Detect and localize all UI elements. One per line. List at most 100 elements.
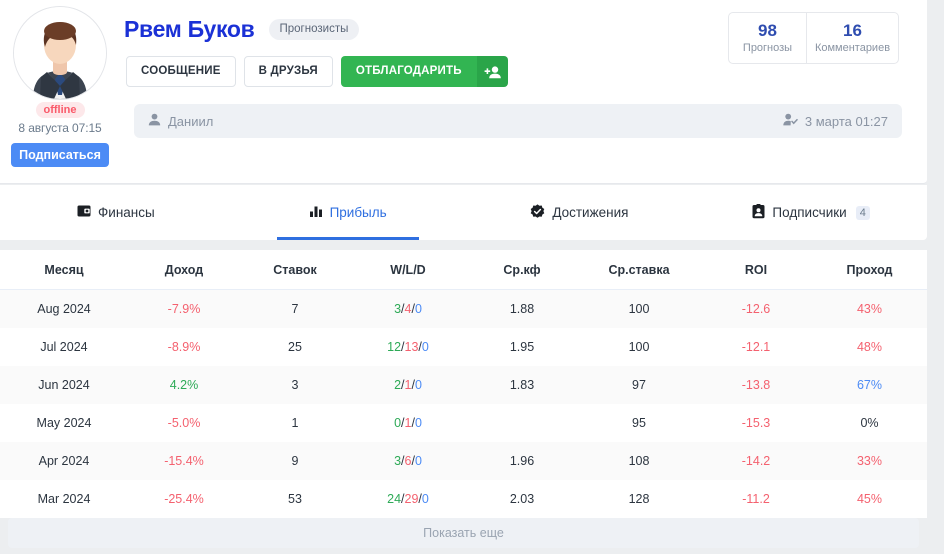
cell-month: Aug 2024 — [37, 302, 91, 316]
tab-profit[interactable]: Прибыль — [232, 185, 464, 240]
cell-avg-odds: 1.96 — [509, 454, 535, 468]
cell-income: 4.2% — [169, 378, 199, 392]
table-row[interactable]: Apr 2024 -15.4% 9 3/6/0 1.96 108 -14.2 33% — [0, 442, 927, 480]
cell-bets: 7 — [291, 302, 299, 316]
message-button[interactable]: СООБЩЕНИЕ — [126, 56, 236, 87]
tab-profit-label: Прибыль — [329, 205, 387, 220]
profit-table: Месяц Доход Ставок W/L/D Ср.кф Ср.ставка… — [0, 250, 927, 519]
table-row[interactable]: Jul 2024 -8.9% 25 12/13/0 1.95 100 -12.1 48% — [0, 328, 927, 366]
avatar-column: offline 8 августа 07:15 Подписаться — [8, 6, 112, 167]
col-avg-stake: Ср.ставка — [578, 250, 700, 290]
table-head: Месяц Доход Ставок W/L/D Ср.кф Ср.ставка… — [0, 250, 927, 290]
cell-avg-stake: 100 — [628, 302, 650, 316]
stat-predictions[interactable]: 98 Прогнозы — [729, 13, 806, 63]
action-buttons: СООБЩЕНИЕ В ДРУЗЬЯ ОТБЛАГОДАРИТЬ — [126, 56, 508, 87]
info-bar-timestamp: 3 марта 01:27 — [804, 113, 888, 129]
tab-subscribers-label: Подписчики — [772, 205, 847, 220]
col-avg-odds: Ср.кф — [466, 250, 578, 290]
cell-roi: -13.8 — [741, 378, 771, 392]
add-friend-button[interactable]: В ДРУЗЬЯ — [243, 56, 333, 87]
cell-bets: 1 — [291, 416, 299, 430]
cell-income: -5.0% — [167, 416, 201, 430]
cell-bets: 53 — [240, 480, 350, 519]
stat-comments-label: Комментариев — [814, 42, 891, 54]
table-row[interactable]: Jun 2024 4.2% 3 2/1/0 1.83 97 -13.8 67% — [0, 366, 927, 404]
add-person-icon — [476, 56, 508, 87]
person-icon — [148, 113, 161, 129]
cell-pass: 0% — [860, 416, 879, 430]
tab-subscribers-count: 4 — [855, 205, 870, 220]
stat-predictions-value: 98 — [758, 21, 777, 40]
avatar[interactable] — [13, 6, 107, 100]
cell-pass: 48% — [856, 340, 883, 354]
last-seen-text: 8 августа 07:15 — [18, 121, 102, 135]
cell-pass: 43% — [856, 302, 883, 316]
cell-roi: -12.6 — [741, 302, 771, 316]
cell-bets: 3 — [291, 378, 299, 392]
info-bar-user: Даниил — [148, 113, 213, 129]
table-row[interactable]: May 2024 -5.0% 1 0/1/0 95 -15.3 0% — [0, 404, 927, 442]
thanks-button[interactable]: ОТБЛАГОДАРИТЬ — [340, 56, 508, 87]
cell-roi: -11.2 — [700, 480, 812, 519]
cell-pass: 45% — [812, 480, 927, 519]
wallet-icon — [77, 204, 91, 221]
cell-pass: 33% — [856, 454, 883, 468]
cell-avg-stake: 108 — [628, 454, 650, 468]
profile-header-card: offline 8 августа 07:15 Подписаться Рвем… — [0, 0, 927, 184]
cell-income: -25.4% — [128, 480, 240, 519]
col-pass: Проход — [812, 250, 927, 290]
cell-avg-odds: 2.03 — [466, 480, 578, 519]
cell-wld: 3/4/0 — [394, 302, 422, 316]
table-row[interactable]: Mar 2024 -25.4% 53 24/29/0 2.03 128 -11.2 45% — [0, 480, 927, 519]
cell-month: Mar 2024 — [0, 480, 128, 519]
cell-roi: -15.3 — [741, 416, 771, 430]
role-badge[interactable]: Прогнозисты — [268, 18, 360, 40]
cell-wld: 3/6/0 — [394, 454, 422, 468]
tab-achievements[interactable]: Достижения — [464, 185, 696, 240]
cell-avg-stake: 95 — [632, 416, 646, 430]
cell-avg-stake: 97 — [632, 378, 646, 392]
cell-income: -15.4% — [164, 454, 204, 468]
col-roi: ROI — [700, 250, 812, 290]
cell-avg-odds: 1.83 — [509, 378, 535, 392]
contact-card-icon — [752, 203, 765, 222]
profit-table-wrapper: Месяц Доход Ставок W/L/D Ср.кф Ср.ставка… — [0, 250, 927, 519]
col-income: Доход — [128, 250, 240, 290]
verified-badge-icon — [530, 203, 545, 222]
cell-avg-stake: 128 — [578, 480, 700, 519]
cell-month: May 2024 — [36, 416, 92, 430]
tab-finances[interactable]: Финансы — [0, 185, 232, 240]
cell-wld: 0/1/0 — [394, 416, 422, 430]
cell-month: Jun 2024 — [38, 378, 90, 392]
subscribe-button[interactable]: Подписаться — [11, 143, 109, 167]
table-body: Aug 2024 -7.9% 7 3/4/0 1.88 100 -12.6 43% Jul 20… — [0, 289, 927, 519]
tab-bar: Финансы Прибыль Достижения Подписчики 4 — [0, 185, 927, 240]
person-check-icon — [783, 113, 798, 129]
page-title: Рвем Буков — [124, 16, 255, 42]
status-badge: offline — [35, 102, 85, 118]
stat-comments[interactable]: 16 Комментариев — [806, 13, 898, 63]
tab-subscribers[interactable]: Подписчики 4 — [695, 185, 927, 240]
cell-avg-odds: 1.95 — [509, 340, 535, 354]
info-bar-username: Даниил — [168, 113, 214, 129]
info-bar-date: 3 марта 01:27 — [783, 113, 888, 129]
cell-avg-stake: 100 — [628, 340, 650, 354]
cell-roi: -14.2 — [741, 454, 771, 468]
thanks-button-label: ОТБЛАГОДАРИТЬ — [340, 56, 477, 87]
cell-avg-odds — [466, 404, 578, 442]
col-wld: W/L/D — [350, 250, 466, 290]
avatar-illustration — [14, 7, 106, 99]
col-bets: Ставок — [240, 250, 350, 290]
cell-bets: 25 — [288, 340, 302, 354]
table-row[interactable]: Aug 2024 -7.9% 7 3/4/0 1.88 100 -12.6 43% — [0, 289, 927, 328]
col-month: Месяц — [0, 250, 128, 290]
info-bar: Даниил 3 марта 01:27 — [134, 104, 902, 138]
stat-comments-value: 16 — [843, 21, 862, 40]
page-gutter — [927, 0, 944, 554]
cell-month: Jul 2024 — [40, 340, 88, 354]
cell-pass: 67% — [856, 378, 883, 392]
bar-chart-icon — [309, 204, 323, 221]
show-more-button[interactable]: Показать еще — [8, 518, 919, 548]
profile-page: offline 8 августа 07:15 Подписаться Рвем… — [0, 0, 944, 554]
cell-month: Apr 2024 — [38, 454, 90, 468]
